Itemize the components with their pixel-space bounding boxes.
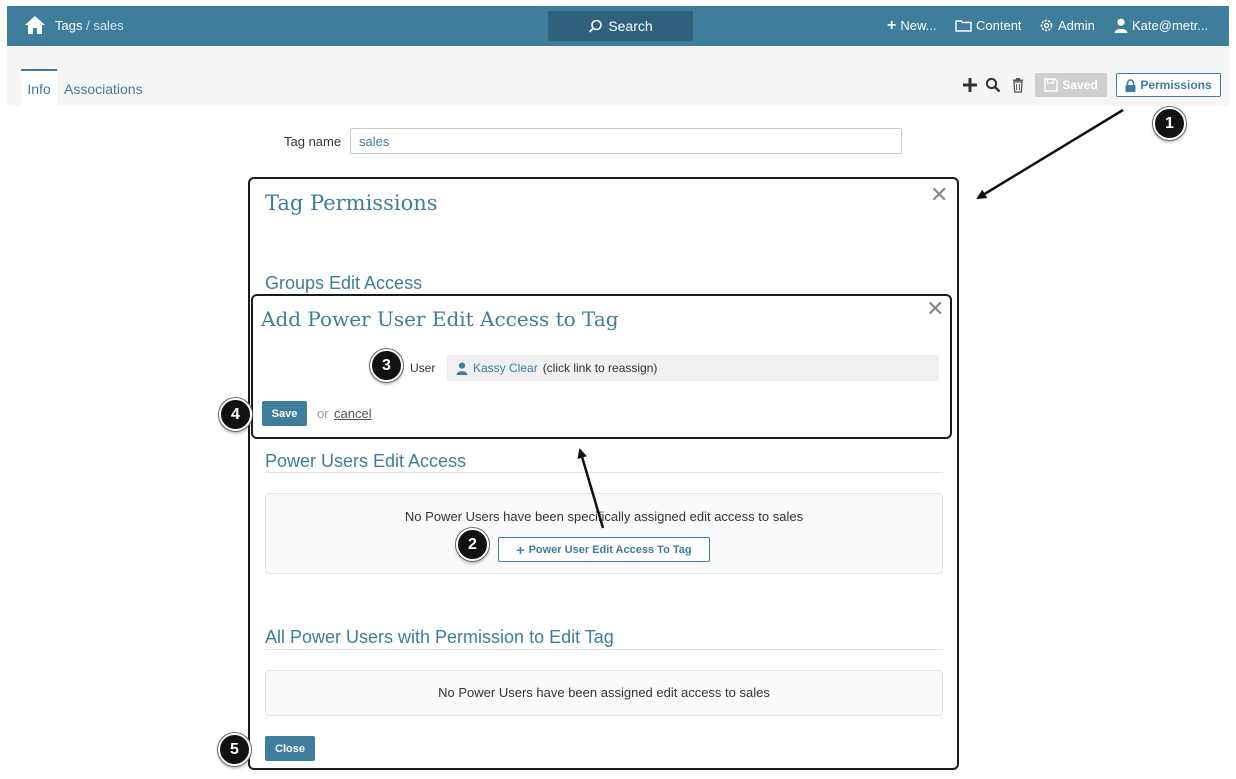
add-dialog-title: Add Power User Edit Access to Tag <box>261 307 619 331</box>
all-power-users-empty-text: No Power Users have been assigned edit a… <box>438 685 770 700</box>
tab-info[interactable]: Info <box>21 69 57 106</box>
permissions-button[interactable]: Permissions <box>1116 73 1221 97</box>
all-power-users-heading: All Power Users with Permission to Edit … <box>265 627 614 647</box>
modal-title: Tag Permissions <box>265 191 438 215</box>
lock-icon <box>1125 78 1136 92</box>
user-label: User <box>410 361 436 375</box>
callout-5: 5 <box>218 733 251 766</box>
save-button[interactable]: Save <box>262 401 307 426</box>
floppy-icon <box>1044 78 1059 92</box>
groups-edit-access-heading: Groups Edit Access <box>265 273 423 293</box>
trash-icon[interactable] <box>1010 77 1026 93</box>
top-navbar: Tags / sales Search + New... Content Adm… <box>7 6 1229 46</box>
user-menu-label: Kate@metr... <box>1132 18 1209 33</box>
tag-name-label: Tag name <box>284 134 342 149</box>
or-text: or <box>317 406 329 421</box>
callout-3: 3 <box>370 349 403 382</box>
user-reassign-link[interactable]: Kassy Clear <box>473 361 538 375</box>
callout-1: 1 <box>1153 107 1186 140</box>
close-icon[interactable]: ✕ <box>930 184 948 206</box>
plus-icon[interactable] <box>962 77 978 93</box>
callout-4: 4 <box>219 398 252 431</box>
plus-icon: + <box>516 541 525 558</box>
tab-associations[interactable]: Associations <box>64 81 143 97</box>
cancel-link[interactable]: cancel <box>334 406 372 421</box>
content-menu[interactable]: Content <box>955 18 1022 33</box>
close-icon[interactable]: ✕ <box>926 298 944 320</box>
user-reassign-hint: (click link to reassign) <box>542 361 658 375</box>
new-menu[interactable]: + New... <box>887 16 937 34</box>
power-users-edit-access-heading: Power Users Edit Access <box>265 451 467 471</box>
content-menu-label: Content <box>976 18 1022 33</box>
add-power-user-button[interactable]: + Power User Edit Access To Tag <box>498 537 710 562</box>
arrow-to-modal <box>976 108 1124 200</box>
search-button[interactable]: Search <box>548 11 693 41</box>
admin-menu-label: Admin <box>1058 18 1095 33</box>
breadcrumb-root[interactable]: Tags <box>55 18 82 33</box>
admin-menu[interactable]: Admin <box>1039 18 1095 33</box>
permissions-button-label: Permissions <box>1140 78 1212 92</box>
callout-2: 2 <box>456 528 489 561</box>
breadcrumb-current: sales <box>93 18 124 33</box>
saved-button[interactable]: Saved <box>1035 73 1107 97</box>
section-divider <box>265 472 943 473</box>
user-icon <box>1114 18 1128 33</box>
user-field: Kassy Clear (click link to reassign) <box>447 355 939 381</box>
power-users-empty-text: No Power Users have been specifically as… <box>404 509 804 524</box>
add-power-user-button-label: Power User Edit Access To Tag <box>528 543 692 556</box>
user-menu[interactable]: Kate@metr... <box>1114 18 1208 33</box>
saved-button-label: Saved <box>1062 78 1098 92</box>
breadcrumb: Tags / sales <box>55 18 124 33</box>
search-button-label: Search <box>608 18 653 34</box>
user-icon <box>456 362 468 375</box>
home-icon[interactable] <box>24 15 46 35</box>
breadcrumb-separator: / <box>82 18 94 33</box>
search-icon <box>589 19 603 33</box>
section-divider <box>265 649 943 650</box>
tag-name-input[interactable]: sales <box>350 128 902 154</box>
search-icon[interactable] <box>985 77 1001 93</box>
folder-icon <box>955 20 972 32</box>
gear-icon <box>1040 19 1053 32</box>
new-menu-label: New... <box>900 18 937 33</box>
plus-icon: + <box>887 16 897 34</box>
close-button[interactable]: Close <box>265 736 315 761</box>
